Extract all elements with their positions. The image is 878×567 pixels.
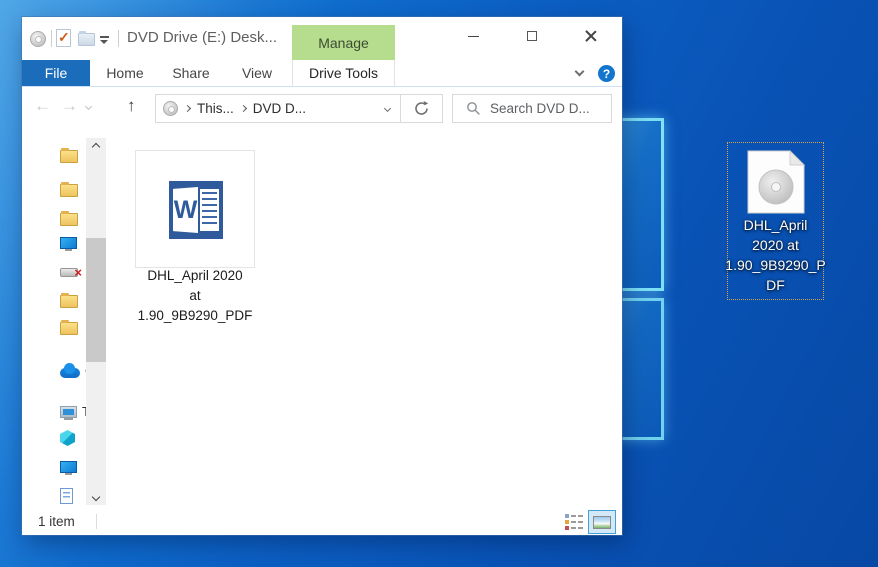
collapse-ribbon-chevron-icon[interactable] <box>574 66 585 77</box>
close-icon <box>585 30 597 42</box>
breadcrumb-chevron-icon <box>183 104 192 113</box>
details-view-icon <box>565 514 583 530</box>
tab-share[interactable]: Share <box>158 60 224 86</box>
scroll-up-button[interactable] <box>86 138 106 155</box>
location-disc-icon <box>163 101 178 116</box>
search-box[interactable] <box>452 94 612 123</box>
desktop-monitor-icon <box>60 237 77 251</box>
sidebar-item[interactable] <box>60 461 77 475</box>
sidebar-item[interactable] <box>60 148 78 163</box>
desktop: DHL_April 2020 at 1.90_9B9290_P DF ✓ DVD… <box>0 0 878 567</box>
close-button[interactable] <box>568 21 614 51</box>
3d-objects-cube-icon <box>60 430 75 446</box>
status-separator <box>96 514 97 529</box>
chevron-up-icon <box>91 142 101 151</box>
refresh-icon <box>415 101 429 115</box>
documents-icon <box>60 488 73 504</box>
check-glyph: ✓ <box>58 29 70 45</box>
up-icon[interactable]: ↑ <box>127 96 136 116</box>
sidebar-item[interactable] <box>60 182 78 197</box>
tab-drive-tools[interactable]: Drive Tools <box>292 60 395 86</box>
explorer-window: ✓ DVD Drive (E:) Desk... Manage File Hom… <box>22 17 622 535</box>
onedrive-cloud-icon <box>60 363 80 378</box>
sidebar-item[interactable]: × <box>60 266 82 279</box>
desktop-monitor-icon <box>60 461 77 475</box>
window-body: × C T W DHL_April 2020 <box>22 130 622 508</box>
breadcrumb-chevron-icon <box>239 104 247 113</box>
folder-icon <box>60 320 78 335</box>
breadcrumb-this-pc[interactable]: This... <box>197 101 234 116</box>
contextual-tab-header: Manage <box>292 25 395 60</box>
folder-icon <box>60 182 78 197</box>
refresh-button[interactable] <box>400 94 443 123</box>
ribbon-tabs-row: File Home Share View Drive Tools ? <box>22 60 622 87</box>
thumbnails-view-icon <box>593 515 611 529</box>
sidebar-item[interactable] <box>60 237 77 251</box>
app-disc-icon <box>30 31 46 47</box>
sidebar-item[interactable] <box>60 320 78 335</box>
tab-home[interactable]: Home <box>94 60 156 86</box>
file-item[interactable]: W <box>135 150 255 268</box>
item-count: 1 item <box>38 514 75 529</box>
word-letter: W <box>173 195 198 224</box>
word-cover: W <box>173 187 198 233</box>
folder-icon <box>60 293 78 308</box>
chevron-down-icon <box>91 492 101 501</box>
word-page-lines <box>200 189 219 231</box>
sidebar-item[interactable] <box>60 211 78 226</box>
qat-separator <box>51 30 52 47</box>
window-title: DVD Drive (E:) Desk... <box>127 29 278 46</box>
scroll-down-button[interactable] <box>86 488 106 505</box>
back-icon[interactable]: ← <box>34 96 51 116</box>
file-name-label: DHL_April 2020 at 1.90_9B9290_PDF <box>137 268 253 323</box>
sidebar-item[interactable] <box>60 293 78 308</box>
maximize-icon <box>527 31 537 41</box>
sidebar-item[interactable] <box>60 488 73 504</box>
qat-separator-2 <box>118 30 119 47</box>
desktop-file-label: DHL_April 2020 at 1.90_9B9290_P DF <box>725 217 826 293</box>
maximize-button[interactable] <box>509 21 555 51</box>
disc-image-file-icon <box>747 150 805 214</box>
breadcrumb-dvd-drive[interactable]: DVD D... <box>253 101 306 116</box>
search-input[interactable] <box>490 101 608 116</box>
address-dropdown-chevron-icon[interactable] <box>383 104 392 113</box>
disconnect-x-glyph: × <box>74 265 82 280</box>
sidebar-scrollbar[interactable] <box>86 138 106 505</box>
details-view-button[interactable] <box>562 511 586 533</box>
minimize-icon <box>467 35 479 37</box>
tab-file[interactable]: File <box>22 60 90 86</box>
word-document-icon: W <box>169 181 223 239</box>
thumbnails-view-button[interactable] <box>588 510 616 534</box>
recent-locations-chevron-icon[interactable] <box>84 102 93 111</box>
breadcrumb[interactable]: This... DVD D... <box>155 94 401 123</box>
search-icon <box>467 102 480 115</box>
forward-icon[interactable]: → <box>61 96 78 116</box>
status-bar: 1 item <box>22 508 622 535</box>
properties-check-icon[interactable]: ✓ <box>56 29 71 47</box>
sidebar-item[interactable] <box>60 430 75 446</box>
desktop-file-icon[interactable]: DHL_April 2020 at 1.90_9B9290_P DF <box>725 142 826 300</box>
minimize-button[interactable] <box>450 21 496 51</box>
folder-icon <box>60 148 78 163</box>
new-folder-icon[interactable] <box>78 31 95 46</box>
tab-view[interactable]: View <box>226 60 288 86</box>
disconnected-drive-icon: × <box>60 266 82 279</box>
address-bar-row: ← → ↑ This... DVD D... <box>22 87 622 130</box>
title-bar: ✓ DVD Drive (E:) Desk... Manage <box>22 17 622 60</box>
scrollbar-thumb[interactable] <box>86 238 106 362</box>
customize-caret-icon[interactable] <box>100 36 109 44</box>
folder-icon <box>60 211 78 226</box>
this-pc-icon <box>60 405 77 420</box>
help-icon[interactable]: ? <box>598 65 615 82</box>
